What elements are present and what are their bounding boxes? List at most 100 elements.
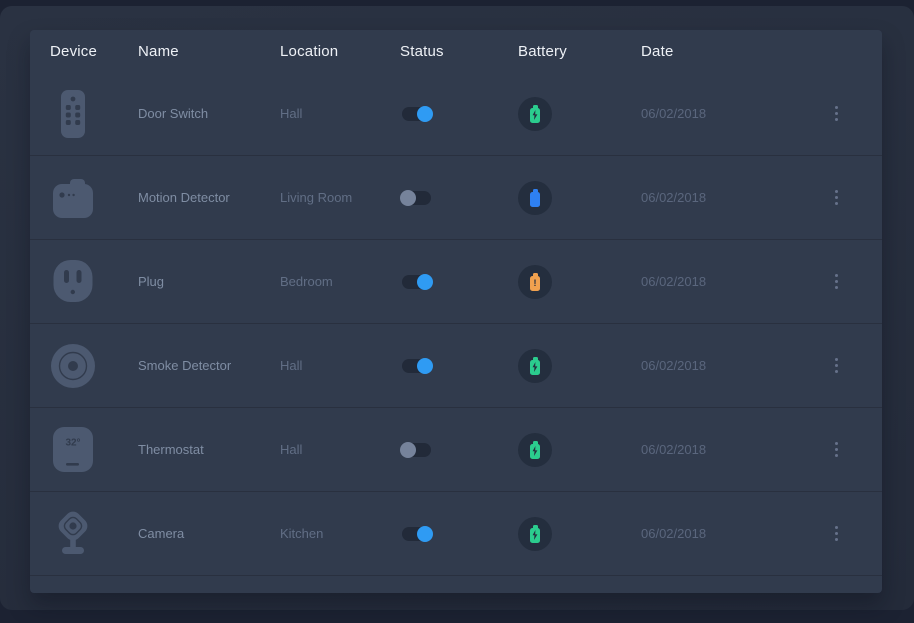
motion-detector-icon [50, 171, 96, 225]
battery-glyph-icon: ! [530, 192, 540, 207]
devices-table-card: Device Name Location Status Battery Date [30, 30, 882, 593]
status-toggle[interactable] [402, 527, 431, 541]
device-name: Camera [138, 526, 280, 541]
battery-glyph-icon: ! [530, 444, 540, 459]
device-icon-cell: 32° [50, 423, 138, 477]
column-header-date: Date [641, 43, 811, 60]
svg-text:32°: 32° [65, 437, 80, 448]
device-name: Plug [138, 274, 280, 289]
kebab-dot [835, 526, 838, 529]
column-header-device: Device [50, 43, 138, 60]
low-battery-mark: ! [530, 276, 540, 291]
device-location: Hall [280, 358, 400, 373]
charging-bolt-icon [530, 444, 540, 459]
kebab-dot [835, 274, 838, 277]
device-name: Thermostat [138, 442, 280, 457]
table-row: Smoke Detector Hall ! 06/02/2018 [30, 324, 882, 408]
battery-status-icon: ! [518, 349, 552, 383]
column-header-battery: Battery [518, 43, 641, 60]
device-icon-cell [50, 171, 138, 225]
kebab-dot [835, 196, 838, 199]
device-location: Bedroom [280, 274, 400, 289]
row-menu-button[interactable] [827, 352, 846, 379]
camera-icon [50, 507, 96, 561]
device-date: 06/02/2018 [641, 106, 811, 121]
kebab-dot [835, 190, 838, 193]
status-toggle[interactable] [402, 107, 431, 121]
charging-bolt-icon [530, 360, 540, 375]
status-toggle[interactable] [402, 443, 431, 457]
page-surface: Device Name Location Status Battery Date [0, 6, 914, 610]
battery-status-icon: ! [518, 517, 552, 551]
plug-icon [50, 255, 96, 309]
kebab-dot [835, 280, 838, 283]
device-location: Living Room [280, 190, 400, 205]
battery-status-icon: ! [518, 181, 552, 215]
kebab-dot [835, 448, 838, 451]
kebab-dot [835, 442, 838, 445]
row-menu-button[interactable] [827, 100, 846, 127]
device-icon-cell [50, 255, 138, 309]
toggle-knob [400, 190, 416, 206]
device-date: 06/02/2018 [641, 358, 811, 373]
battery-glyph-icon: ! [530, 528, 540, 543]
table-row: 32° Thermostat Hall ! 06/02/2018 [30, 408, 882, 492]
device-date: 06/02/2018 [641, 442, 811, 457]
door-switch-icon [50, 87, 96, 141]
table-row: Motion Detector Living Room ! 06/02/2018 [30, 156, 882, 240]
row-menu-button[interactable] [827, 436, 846, 463]
battery-glyph-icon: ! [530, 276, 540, 291]
smoke-detector-icon [50, 339, 96, 393]
status-toggle[interactable] [402, 191, 431, 205]
charging-bolt-icon [530, 108, 540, 123]
toggle-knob [417, 106, 433, 122]
column-header-location: Location [280, 43, 400, 60]
table-row: Plug Bedroom ! 06/02/2018 [30, 240, 882, 324]
column-header-status: Status [400, 43, 518, 60]
device-date: 06/02/2018 [641, 526, 811, 541]
device-icon-cell [50, 507, 138, 561]
thermostat-icon: 32° [50, 423, 96, 477]
device-icon-cell [50, 339, 138, 393]
battery-status-icon: ! [518, 97, 552, 131]
kebab-dot [835, 118, 838, 121]
battery-glyph-icon: ! [530, 108, 540, 123]
column-header-name: Name [138, 43, 280, 60]
table-header-row: Device Name Location Status Battery Date [30, 30, 882, 72]
device-location: Hall [280, 442, 400, 457]
kebab-dot [835, 106, 838, 109]
toggle-knob [417, 358, 433, 374]
kebab-dot [835, 532, 838, 535]
device-name: Door Switch [138, 106, 280, 121]
kebab-dot [835, 454, 838, 457]
row-menu-button[interactable] [827, 520, 846, 547]
device-icon-cell [50, 87, 138, 141]
kebab-dot [835, 112, 838, 115]
kebab-dot [835, 202, 838, 205]
device-location: Kitchen [280, 526, 400, 541]
charging-bolt-icon [530, 528, 540, 543]
kebab-dot [835, 538, 838, 541]
row-menu-button[interactable] [827, 268, 846, 295]
table-row: Door Switch Hall ! 06/02/2018 [30, 72, 882, 156]
device-name: Smoke Detector [138, 358, 280, 373]
device-location: Hall [280, 106, 400, 121]
device-table-body: Door Switch Hall ! 06/02/2018 [30, 72, 882, 576]
table-row: Camera Kitchen ! 06/02/2018 [30, 492, 882, 576]
toggle-knob [417, 526, 433, 542]
kebab-dot [835, 358, 838, 361]
battery-status-icon: ! [518, 433, 552, 467]
device-date: 06/02/2018 [641, 274, 811, 289]
status-toggle[interactable] [402, 359, 431, 373]
toggle-knob [400, 442, 416, 458]
battery-status-icon: ! [518, 265, 552, 299]
status-toggle[interactable] [402, 275, 431, 289]
kebab-dot [835, 286, 838, 289]
kebab-dot [835, 370, 838, 373]
device-date: 06/02/2018 [641, 190, 811, 205]
device-name: Motion Detector [138, 190, 280, 205]
battery-glyph-icon: ! [530, 360, 540, 375]
kebab-dot [835, 364, 838, 367]
toggle-knob [417, 274, 433, 290]
row-menu-button[interactable] [827, 184, 846, 211]
